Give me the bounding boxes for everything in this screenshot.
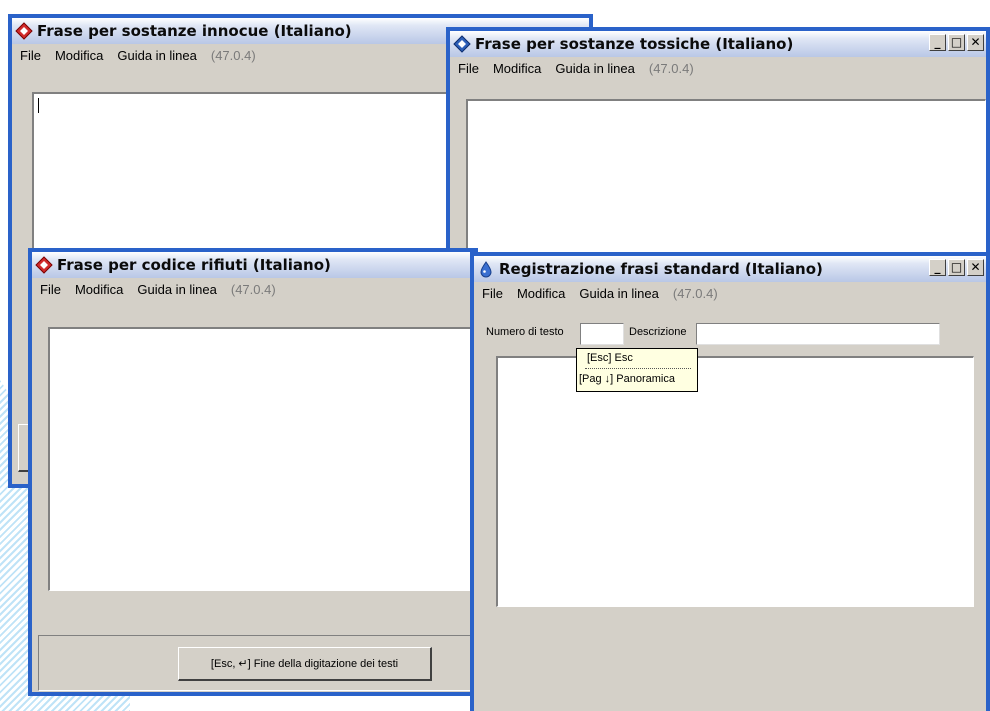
menu-guida[interactable]: Guida in linea [137, 282, 217, 297]
window-title: Frase per codice rifiuti (Italiano) [57, 256, 331, 274]
window-title: Registrazione frasi standard (Italiano) [499, 260, 823, 278]
menu-file[interactable]: File [482, 286, 503, 301]
text-area[interactable] [466, 99, 986, 259]
tooltip-esc: [Esc] Esc [587, 352, 633, 364]
menu-modifica[interactable]: Modifica [75, 282, 123, 297]
window-title: Frase per sostanze tossiche (Italiano) [475, 35, 794, 53]
menu-file[interactable]: File [20, 48, 41, 63]
descrizione-label: Descrizione [629, 326, 687, 338]
titlebar[interactable]: Frase per codice rifiuti (Italiano) [32, 252, 474, 278]
window-registrazione-frasi[interactable]: Registrazione frasi standard (Italiano) … [470, 252, 990, 711]
menu-modifica[interactable]: Modifica [493, 61, 541, 76]
window-controls: _ □ ✕ [929, 259, 984, 276]
version-label: (47.0.4) [648, 60, 694, 76]
version-label: (47.0.4) [672, 285, 718, 301]
minimize-button[interactable]: _ [929, 34, 946, 51]
window-sostanze-tossiche[interactable]: Frase per sostanze tossiche (Italiano) _… [446, 27, 990, 259]
window-title: Frase per sostanze innocue (Italiano) [37, 22, 352, 40]
version-label: (47.0.4) [230, 281, 276, 297]
menu-guida[interactable]: Guida in linea [579, 286, 659, 301]
window-codice-rifiuti[interactable]: Frase per codice rifiuti (Italiano) File… [28, 248, 478, 696]
titlebar[interactable]: Registrazione frasi standard (Italiano) … [474, 256, 986, 282]
menu-guida[interactable]: Guida in linea [117, 48, 197, 63]
diamond-app-icon [453, 35, 471, 53]
menu-modifica[interactable]: Modifica [517, 286, 565, 301]
descrizione-input[interactable] [696, 323, 940, 345]
close-button[interactable]: ✕ [967, 259, 984, 276]
shortcut-tooltip: [Esc] Esc [Pag ↓] Panoramica [576, 348, 698, 392]
droplet-app-icon [480, 261, 492, 278]
numero-testo-label: Numero di testo [486, 326, 564, 338]
maximize-button[interactable]: □ [948, 34, 965, 51]
menu-guida[interactable]: Guida in linea [555, 61, 635, 76]
tooltip-divider [585, 368, 691, 369]
window-controls: _ □ ✕ [929, 34, 984, 51]
menubar: File Modifica Guida in linea (47.0.4) [32, 278, 474, 300]
diamond-app-icon [15, 22, 33, 40]
close-button[interactable]: ✕ [967, 34, 984, 51]
text-area[interactable] [48, 327, 476, 591]
text-caret [38, 98, 39, 113]
numero-testo-input[interactable] [580, 323, 624, 345]
tooltip-pagdown: [Pag ↓] Panoramica [579, 373, 675, 385]
titlebar[interactable]: Frase per sostanze tossiche (Italiano) _… [450, 31, 986, 57]
menu-file[interactable]: File [40, 282, 61, 297]
menu-file[interactable]: File [458, 61, 479, 76]
maximize-button[interactable]: □ [948, 259, 965, 276]
menu-modifica[interactable]: Modifica [55, 48, 103, 63]
diamond-app-icon [35, 256, 53, 274]
text-area[interactable] [496, 356, 974, 607]
minimize-button[interactable]: _ [929, 259, 946, 276]
end-typing-button[interactable]: [Esc, ↵] Fine della digitazione dei test… [178, 647, 432, 681]
menubar: File Modifica Guida in linea (47.0.4) [474, 282, 986, 304]
version-label: (47.0.4) [210, 47, 256, 63]
menubar: File Modifica Guida in linea (47.0.4) [450, 57, 986, 79]
